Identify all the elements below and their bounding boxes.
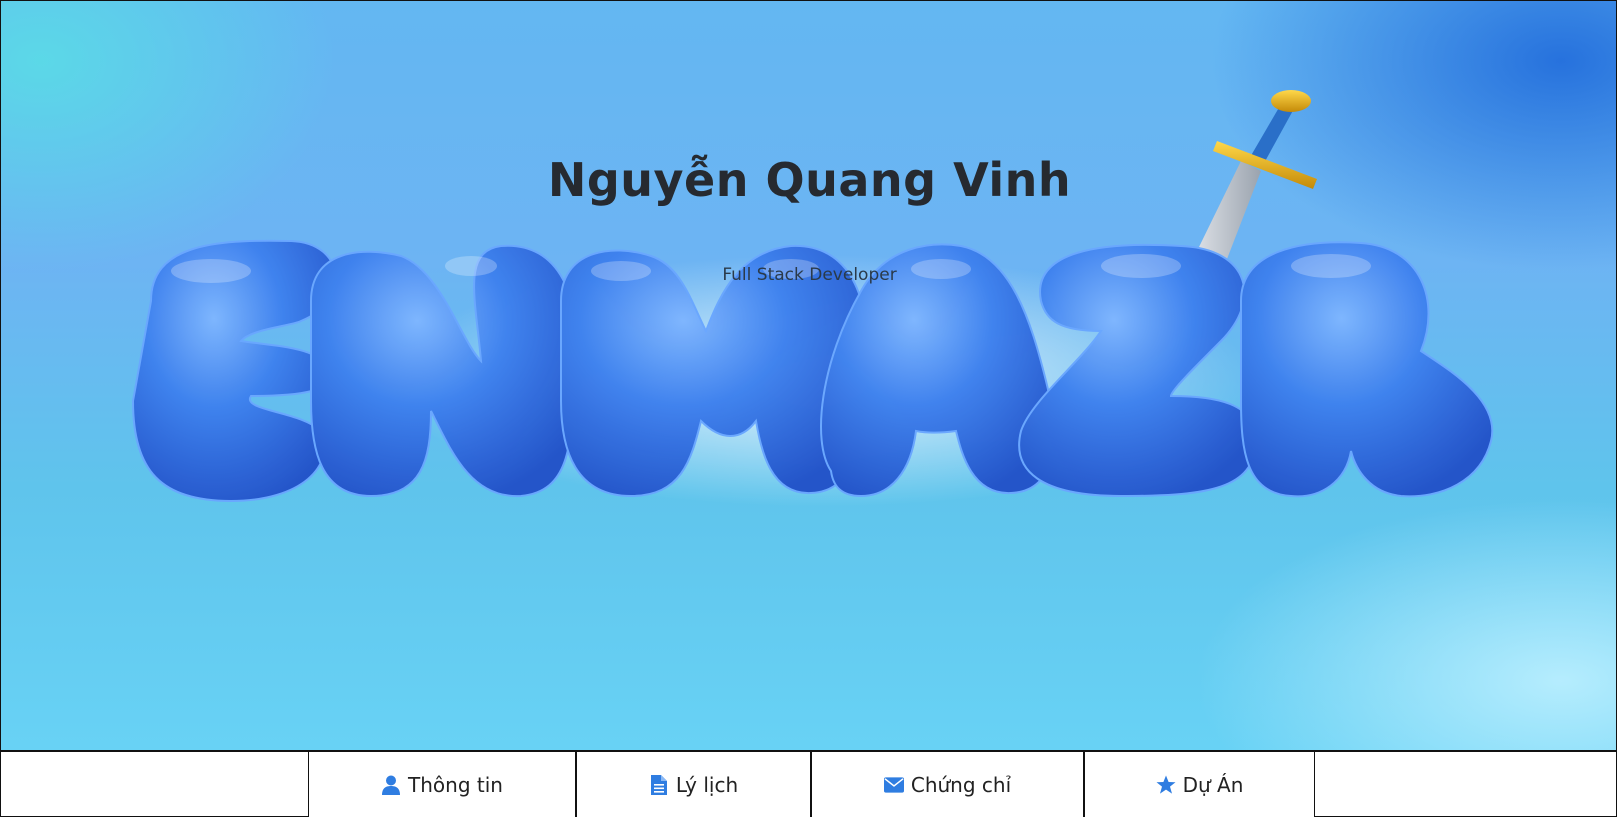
page-subtitle: Full Stack Developer <box>722 265 897 285</box>
nav-label-thong-tin: Thông tin <box>408 773 503 797</box>
nav-tab-thong-tin[interactable]: Thông tin <box>308 752 576 817</box>
nav-tab-ly-lich[interactable]: Lý lịch <box>576 752 811 817</box>
star-icon <box>1156 775 1176 795</box>
user-icon <box>381 775 401 795</box>
nav-label-du-an: Dự Án <box>1182 773 1244 797</box>
bottom-navbar: Thông tin Lý lịch Chứng chỉ Dự Án <box>0 751 1617 817</box>
document-icon <box>649 775 669 795</box>
enmazr-logo-art <box>131 90 1494 503</box>
page-title: Nguyễn Quang Vinh <box>547 153 1072 207</box>
hero-banner: Nguyễn Quang Vinh Full Stack Developer <box>0 0 1617 751</box>
envelope-icon <box>883 775 904 795</box>
nav-tab-chung-chi[interactable]: Chứng chỉ <box>811 752 1084 817</box>
nav-label-chung-chi: Chứng chỉ <box>910 773 1012 797</box>
nav-tab-du-an[interactable]: Dự Án <box>1084 752 1315 817</box>
nav-label-ly-lich: Lý lịch <box>675 773 739 797</box>
